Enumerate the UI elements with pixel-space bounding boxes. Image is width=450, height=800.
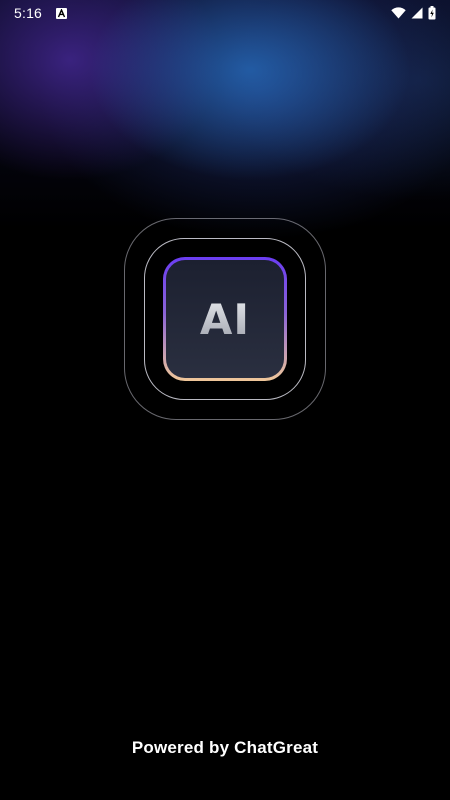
status-time: 5:16 <box>14 5 43 21</box>
ai-app-icon: AI <box>124 218 326 420</box>
logo-tile-border: AI <box>163 257 287 381</box>
status-bar-right <box>391 6 436 20</box>
powered-by-label: Powered by ChatGreat <box>131 738 319 757</box>
cellular-signal-icon <box>411 7 423 19</box>
wifi-icon <box>391 7 406 19</box>
a-letter-icon <box>56 7 68 19</box>
status-bar: 5:16 <box>0 0 450 26</box>
logo-tile: AI <box>166 260 284 378</box>
splash-screen: 5:16 AI Powered by ChatGreat <box>0 0 450 800</box>
battery-charging-icon <box>428 6 436 20</box>
logo-text: AI <box>199 294 251 344</box>
status-bar-left: 5:16 <box>14 5 68 21</box>
